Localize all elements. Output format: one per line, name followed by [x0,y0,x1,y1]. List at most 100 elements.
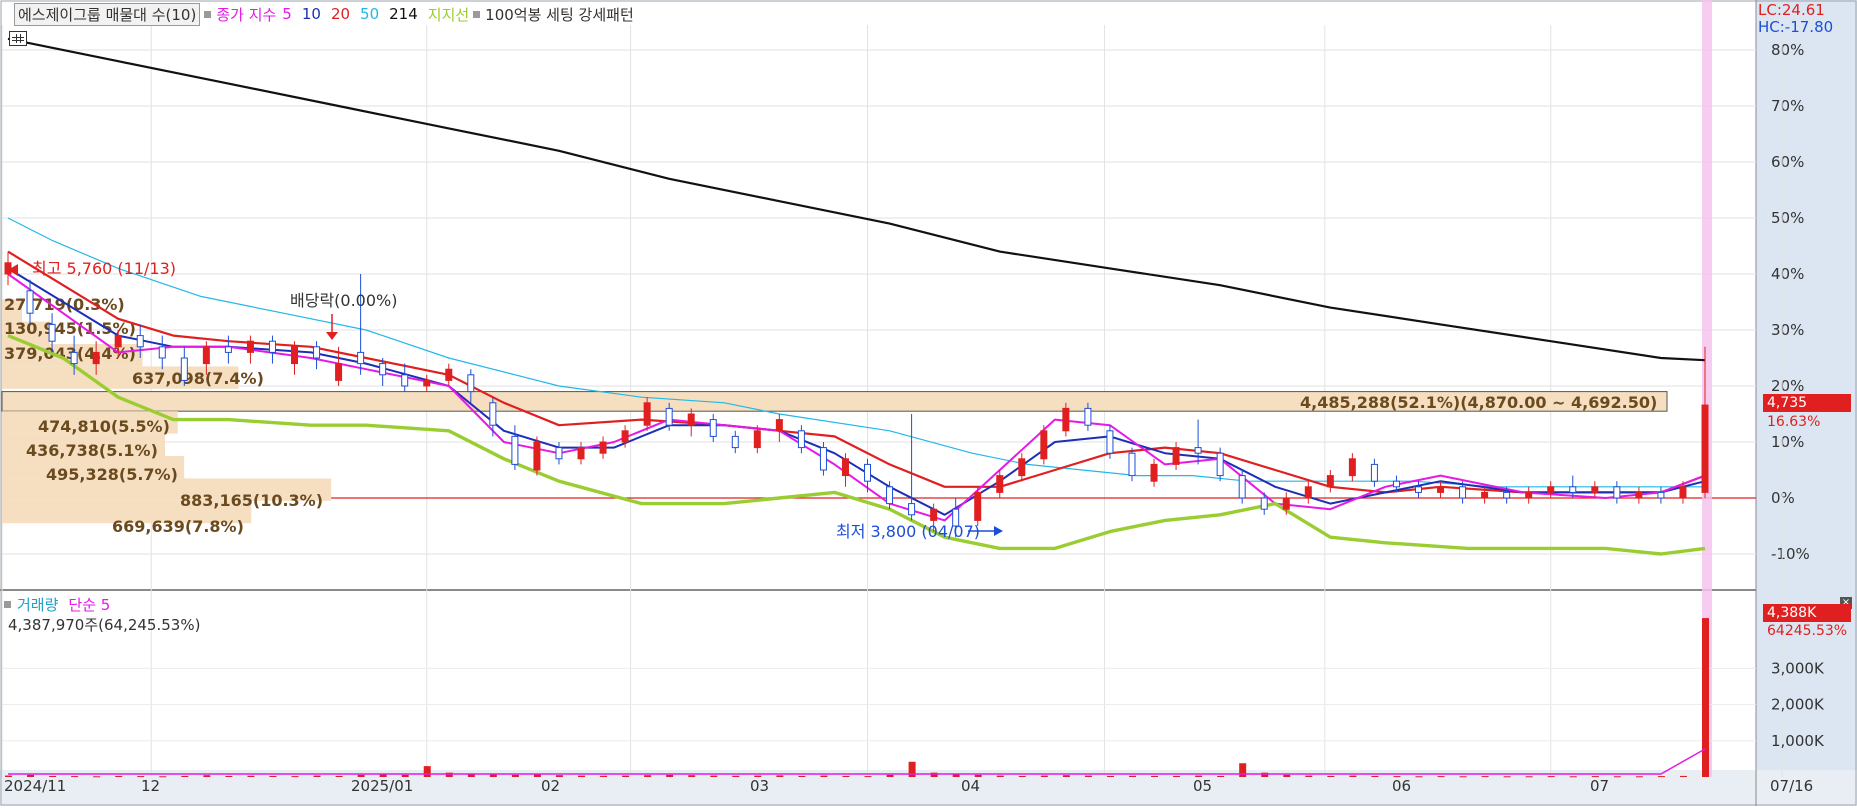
candle-body-1 [26,290,34,314]
candle-body-13 [291,346,299,365]
volume-bar-27 [600,775,608,777]
candle-body-39 [864,463,872,482]
candle-body-27 [599,441,607,454]
candle-body-69 [1525,491,1533,499]
volume-profile-label-0: 4,485,288(52.1%)(4,870.00 ~ 4,692.50) [1300,393,1657,412]
volume-bar-60 [1327,775,1335,777]
volume-ma-label[interactable]: 단순 5 [68,594,110,615]
candle-body-5 [114,335,122,348]
x-tick-6: 05 [1193,777,1213,795]
y-tick-0: 80% [1771,41,1804,59]
y-tick-6: 20% [1771,377,1804,395]
volume-bar-53 [1173,775,1181,777]
grid-menu-icon[interactable] [9,31,27,46]
volume-bar-55 [1217,775,1225,777]
y-tick-9: -10% [1771,545,1810,563]
volume-bar-65 [1437,776,1445,778]
candle-body-73 [1613,486,1621,499]
x-tick-3: 02 [541,777,561,795]
candle-body-17 [379,363,387,376]
volume-profile-label-1: 474,810(5.5%) [38,417,170,436]
candle-body-3 [70,351,78,365]
y-tick-7: 10% [1771,433,1804,451]
candle-body-66 [1459,486,1467,499]
volume-bar-46 [1018,775,1026,777]
volume-bar-32 [710,775,718,777]
chart-title-button[interactable]: 에스제이그룹 매물대 수(10) [14,2,201,26]
candle-body-31 [687,413,695,426]
y-tick-2: 60% [1771,153,1804,171]
candle-body-75 [1657,491,1665,499]
candle-body-10 [224,346,232,353]
x-tick-7: 06 [1392,777,1412,795]
legend-ma20[interactable]: 20 [331,5,350,23]
volume-bar-3 [71,776,79,778]
legend-pattern[interactable]: 100억봉 세팅 강세패턴 [485,4,634,25]
current-pct-tag: 16.63% [1767,414,1821,430]
candle-body-61 [1348,458,1356,477]
volume-profile-label-3: 495,328(5.7%) [46,465,178,484]
candle-body-63 [1392,480,1400,488]
candle-body-51 [1128,452,1136,477]
volume-bar-4 [93,776,101,778]
volume-bar-64 [1415,776,1423,778]
y-tick-1: 70% [1771,97,1804,115]
candle-body-2 [48,323,56,342]
volume-bar-68 [1503,776,1511,778]
candle-body-72 [1591,486,1599,493]
candle-body-41 [908,503,916,516]
candle-body-24 [533,441,541,471]
candle-body-44 [974,491,982,521]
volume-profile-label-4: 883,165(10.3%) [180,491,323,510]
y-tick-4: 40% [1771,265,1804,283]
volume-bar-49 [1084,775,1092,777]
candle-body-34 [753,430,761,449]
candle-body-7 [158,346,166,359]
last-date: 07/16 [1770,777,1814,795]
price-legend: 에스제이그룹 매물대 수(10) 종가 지수 5 10 20 50 214 지지… [14,2,634,26]
candle-body-16 [357,351,365,365]
volume-bar-61 [1349,775,1357,777]
x-axis-background [0,770,1857,806]
volume-y-tick-0: 3,000K [1771,659,1825,677]
volume-bar-28 [622,775,630,777]
candle-body-30 [665,407,673,426]
candle-body-53 [1172,447,1180,465]
legend-ma5[interactable]: 5 [282,5,292,23]
candle-body-52 [1150,463,1158,482]
volume-bar-35 [776,775,784,777]
chart-svg: 80% 70% 60% 50% 40% 30% 20% 10% 0% -10% 4,485,288(… [0,0,1857,806]
candle-body-48 [1062,407,1070,432]
legend-square-icon [204,10,212,18]
candle-body-22 [489,402,497,426]
y-tick-3: 50% [1771,209,1804,227]
stock-chart: 80% 70% 60% 50% 40% 30% 20% 10% 0% -10% 4,485,288(… [0,0,1857,806]
candle-body-50 [1106,430,1114,454]
volume-bar-77 [1702,618,1709,777]
volume-y-tick-1: 2,000K [1771,696,1825,714]
hc-value: HC:-17.80 [1758,18,1834,36]
volume-profile-label-5: 669,639(7.8%) [112,517,244,536]
volume-profile-label-2: 436,738(5.1%) [26,441,158,460]
legend-ma10[interactable]: 10 [302,5,321,23]
volume-label[interactable]: 거래량 [17,594,58,615]
legend-square-icon-2 [473,10,481,18]
volume-bar-19 [423,766,431,777]
candle-body-76 [1679,486,1687,499]
legend-support[interactable]: 지지선 [428,4,469,25]
volume-summary: 4,387,970주(64,245.53%) [8,616,201,634]
candle-body-6 [136,335,144,348]
volume-bar-59 [1305,775,1313,777]
x-tick-2: 2025/01 [351,777,414,795]
volume-bar-70 [1547,776,1555,778]
candle-body-42 [930,508,938,521]
legend-ma50[interactable]: 50 [360,5,379,23]
volume-y-tick-2: 1,000K [1771,732,1825,750]
volume-bar-47 [1040,775,1048,777]
x-tick-0: 2024/11 [4,777,67,795]
volume-profile-label-6: 637,098(7.4%) [132,369,264,388]
volume-bar-37 [820,775,828,777]
legend-ma214[interactable]: 214 [389,5,418,23]
annotation-0: 최고 5,760 (11/13) [32,259,176,278]
candle-body-65 [1437,486,1445,493]
